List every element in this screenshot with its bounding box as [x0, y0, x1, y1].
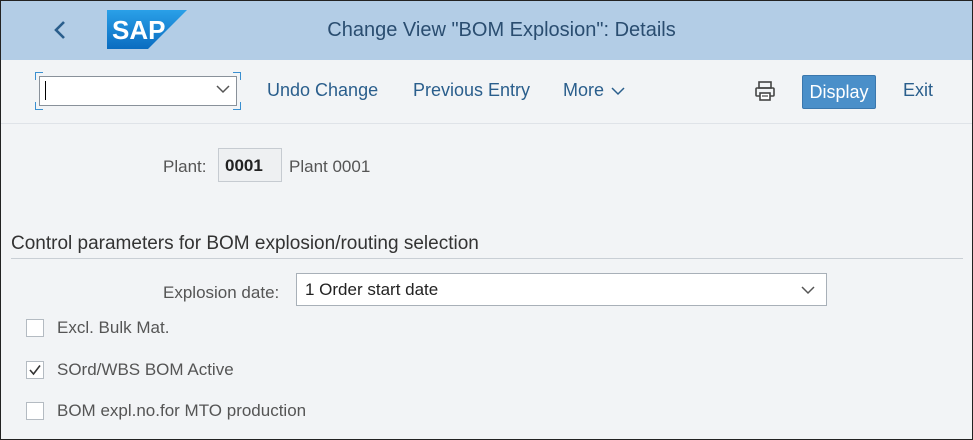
chevron-down-icon [611, 86, 625, 95]
excl-bulk-mat-label: Excl. Bulk Mat. [57, 318, 170, 337]
logo-text: SAP [112, 15, 165, 45]
sord-wbs-bom-active-label: SOrd/WBS BOM Active [57, 360, 234, 379]
print-button[interactable] [753, 79, 777, 103]
plant-description: Plant 0001 [289, 157, 371, 176]
command-field[interactable] [35, 72, 241, 110]
chevron-down-icon [801, 286, 815, 295]
shell-header: SAP Change View "BOM Explosion": Details [1, 1, 972, 60]
display-button[interactable]: Display [802, 75, 876, 109]
command-input[interactable] [39, 76, 237, 106]
plant-field[interactable]: 0001 [218, 148, 282, 182]
explosion-date-label: Explosion date: [163, 283, 280, 302]
more-button[interactable]: More [563, 80, 626, 101]
back-button[interactable] [45, 15, 75, 45]
explosion-date-select[interactable]: 1 Order start date [296, 273, 827, 306]
chevron-down-icon[interactable] [215, 82, 231, 96]
focus-corner [35, 72, 43, 80]
plant-label: Plant: [163, 157, 207, 176]
section-title: Control parameters for BOM explosion/rou… [11, 233, 479, 254]
exit-button[interactable]: Exit [903, 80, 933, 101]
app-window: SAP Change View "BOM Explosion": Details… [0, 0, 973, 440]
chevron-left-icon [54, 21, 65, 39]
excl-bulk-mat-checkbox[interactable] [26, 319, 44, 337]
undo-change-button[interactable]: Undo Change [267, 80, 378, 101]
checkmark-icon [29, 365, 41, 376]
sord-wbs-bom-active-checkbox[interactable] [26, 361, 44, 379]
printer-icon [755, 81, 775, 101]
sap-logo[interactable]: SAP [107, 10, 187, 49]
text-cursor [45, 81, 46, 100]
sord-wbs-bom-active-checkbox-row[interactable]: SOrd/WBS BOM Active [26, 360, 234, 380]
section-divider [11, 258, 963, 259]
bom-expl-mto-checkbox-row[interactable]: BOM expl.no.for MTO production [26, 401, 306, 421]
focus-corner [35, 102, 43, 110]
excl-bulk-mat-checkbox-row[interactable]: Excl. Bulk Mat. [26, 318, 169, 338]
bom-expl-mto-checkbox[interactable] [26, 402, 44, 420]
toolbar: Undo Change Previous Entry More Display … [1, 60, 972, 124]
bom-expl-mto-label: BOM expl.no.for MTO production [57, 401, 307, 420]
explosion-date-value: 1 Order start date [305, 280, 439, 299]
previous-entry-button[interactable]: Previous Entry [413, 80, 530, 101]
focus-corner [233, 72, 241, 80]
focus-corner [233, 102, 241, 110]
more-label: More [563, 80, 605, 100]
